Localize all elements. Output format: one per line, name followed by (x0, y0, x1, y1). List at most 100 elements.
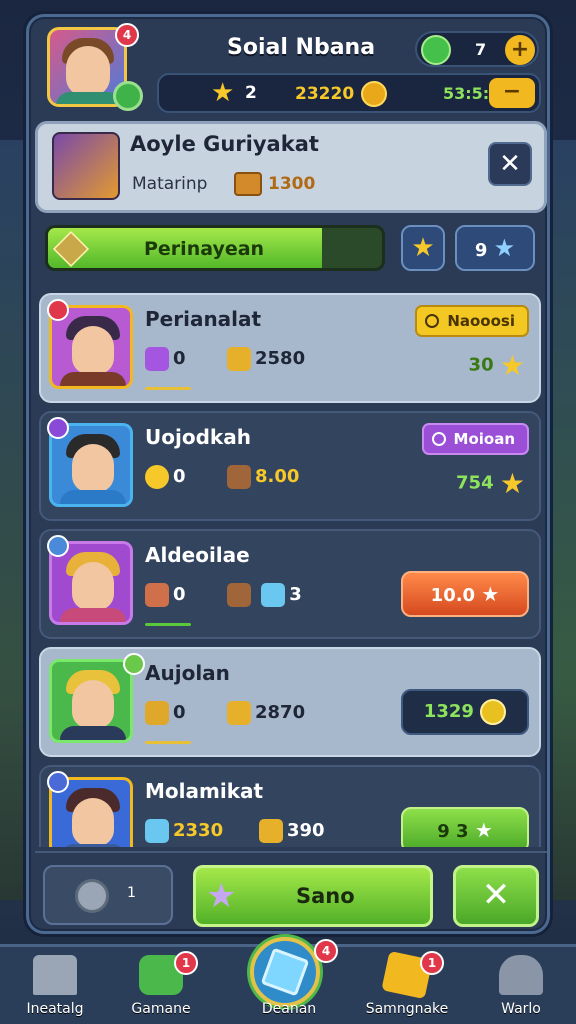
claim-reward-value: 10.0 (430, 585, 476, 606)
cancel-button[interactable]: ✕ (453, 865, 539, 927)
friend-stat-primary-value: 0 (173, 702, 186, 723)
friend-stat-primary-value: 0 (173, 584, 186, 605)
header: 4 Soial Nbana 7 + ★ 2 23220 53:5:6 − (37, 23, 541, 119)
rank-badge-icon (47, 535, 69, 557)
gem-counter: 7 + (415, 31, 539, 67)
friend-stat-primary-value: 0 (173, 348, 186, 369)
rank-badge-icon (47, 771, 69, 793)
list-item[interactable]: Molamikat 2330 390 9 3 ★ (39, 765, 541, 847)
nav-item-center[interactable]: 4 Deanan (234, 937, 344, 1024)
gold-icon (145, 701, 169, 725)
profile-avatar (52, 132, 120, 200)
star-icon: ★ (211, 78, 235, 108)
sparkle-icon (145, 819, 169, 843)
friend-name: Molamikat (145, 779, 264, 803)
coin-icon (361, 81, 387, 107)
send-button-label: Sano (296, 884, 355, 908)
claim-reward-button[interactable]: 9 3 ★ (401, 807, 529, 847)
nav-item-rewards[interactable]: 1 Samngnake (352, 950, 462, 1024)
cube-icon (145, 347, 169, 371)
social-panel: 4 Soial Nbana 7 + ★ 2 23220 53:5:6 − Aoy… (26, 14, 550, 934)
star-icon: ★ (474, 818, 493, 842)
emote-button[interactable]: 1 (43, 865, 173, 925)
status-badge[interactable]: Naooosi (415, 305, 529, 337)
friend-stat-secondary: 8.00 (227, 465, 299, 489)
bottom-nav: Ineatalg 1 Gamane 4 Deanan 1 Samngnake W… (0, 937, 576, 1024)
claim-reward-value: 9 3 (437, 821, 469, 842)
list-item[interactable]: Aujolan 0 2870 1329 (39, 647, 541, 757)
tag-icon (431, 432, 446, 446)
avatar-face (72, 562, 114, 610)
friend-name: Aujolan (145, 661, 230, 685)
nav-item-home[interactable]: Ineatalg (0, 951, 110, 1024)
list-item[interactable]: Aldeoilae 0 3 10.0 ★ (39, 529, 541, 639)
avatar-shirt (60, 372, 126, 386)
friend-stat-secondary-value: 2580 (255, 348, 306, 369)
add-gems-button[interactable]: + (505, 35, 535, 65)
progress-underline (145, 741, 191, 744)
claim-reward-value: 1329 (423, 701, 474, 722)
star-icon: ★ (481, 582, 500, 606)
star-count-button[interactable]: 9 ★ (455, 225, 535, 271)
online-status-icon (113, 81, 143, 111)
star-value: 2 (245, 83, 257, 103)
bone-icon (227, 347, 251, 371)
resource-bar: ★ 2 23220 53:5:6 − (157, 73, 541, 113)
progress-label: Perinayean (144, 238, 265, 260)
progress-underline (145, 623, 191, 626)
tag-icon (425, 314, 440, 328)
progress-bar: Perinayean (45, 225, 385, 271)
bone-icon (227, 583, 251, 607)
nav-label: Deanan (261, 1001, 317, 1017)
claim-reward-button[interactable]: 10.0 ★ (401, 571, 529, 617)
avatar-notification-badge: 4 (115, 23, 139, 47)
avatar-face (66, 46, 110, 96)
friend-stat-secondary: 2870 (227, 701, 305, 725)
friend-name: Aldeoilae (145, 543, 250, 567)
status-badge-label: Moioan (453, 430, 515, 448)
star-icon: ★ (493, 234, 516, 262)
star-icon: ★ (206, 876, 237, 916)
profile-name: Aoyle Guriyakat (130, 132, 319, 156)
status-badge[interactable]: Moioan (421, 423, 529, 455)
send-button[interactable]: ★ Sano (193, 865, 433, 927)
avatar-face (72, 326, 114, 374)
coin-icon (480, 699, 507, 725)
list-item[interactable]: Uojodkah 0 8.00 Moioan 754 ★ (39, 411, 541, 521)
avatar-shirt (60, 726, 126, 740)
house-icon (33, 955, 77, 995)
status-badge-label: Naooosi (447, 312, 515, 330)
profile-card: Aoyle Guriyakat Matarinp 1300 ✕ (35, 121, 547, 213)
reward-value: 30 (468, 354, 494, 376)
nav-badge: 4 (314, 939, 338, 963)
list-item[interactable]: Perianalat 0 2580 Naooosi 30 ★ (39, 293, 541, 403)
chest-icon (234, 172, 262, 196)
coin-value: 23220 (295, 84, 355, 104)
gem-icon (421, 35, 451, 65)
joystick-icon (75, 879, 109, 913)
nav-badge: 1 (174, 951, 198, 975)
nav-item-games[interactable]: 1 Gamane (106, 951, 216, 1024)
profile-sublabel: Matarinp (132, 174, 208, 194)
friend-stat-primary: 0 (145, 347, 186, 371)
gem-hub-icon (250, 937, 320, 1007)
avatar-face (72, 444, 114, 492)
emote-count: 1 (127, 885, 136, 901)
minus-button[interactable]: − (489, 78, 535, 108)
favorite-star-button[interactable]: ★ (401, 225, 445, 271)
bag-icon (145, 583, 169, 607)
claim-reward-button[interactable]: 1329 (401, 689, 529, 735)
nav-badge: 1 (420, 951, 444, 975)
progress-row: Perinayean ★ 9 ★ (35, 219, 547, 283)
close-profile-button[interactable]: ✕ (488, 142, 532, 186)
reward-value: 754 (456, 472, 494, 494)
rank-badge-icon (47, 417, 69, 439)
friend-stat-secondary-value: 8.00 (255, 466, 300, 487)
nav-item-world[interactable]: Warlo (466, 951, 576, 1024)
friend-list: Perianalat 0 2580 Naooosi 30 ★ Uojodkah … (35, 287, 547, 847)
page-title: Soial Nbana (227, 35, 376, 60)
action-bar: 1 ★ Sano ✕ (35, 851, 547, 931)
star-count-value: 9 (474, 240, 488, 261)
friend-stat-primary: 0 (145, 465, 186, 489)
friend-avatar (49, 659, 133, 743)
